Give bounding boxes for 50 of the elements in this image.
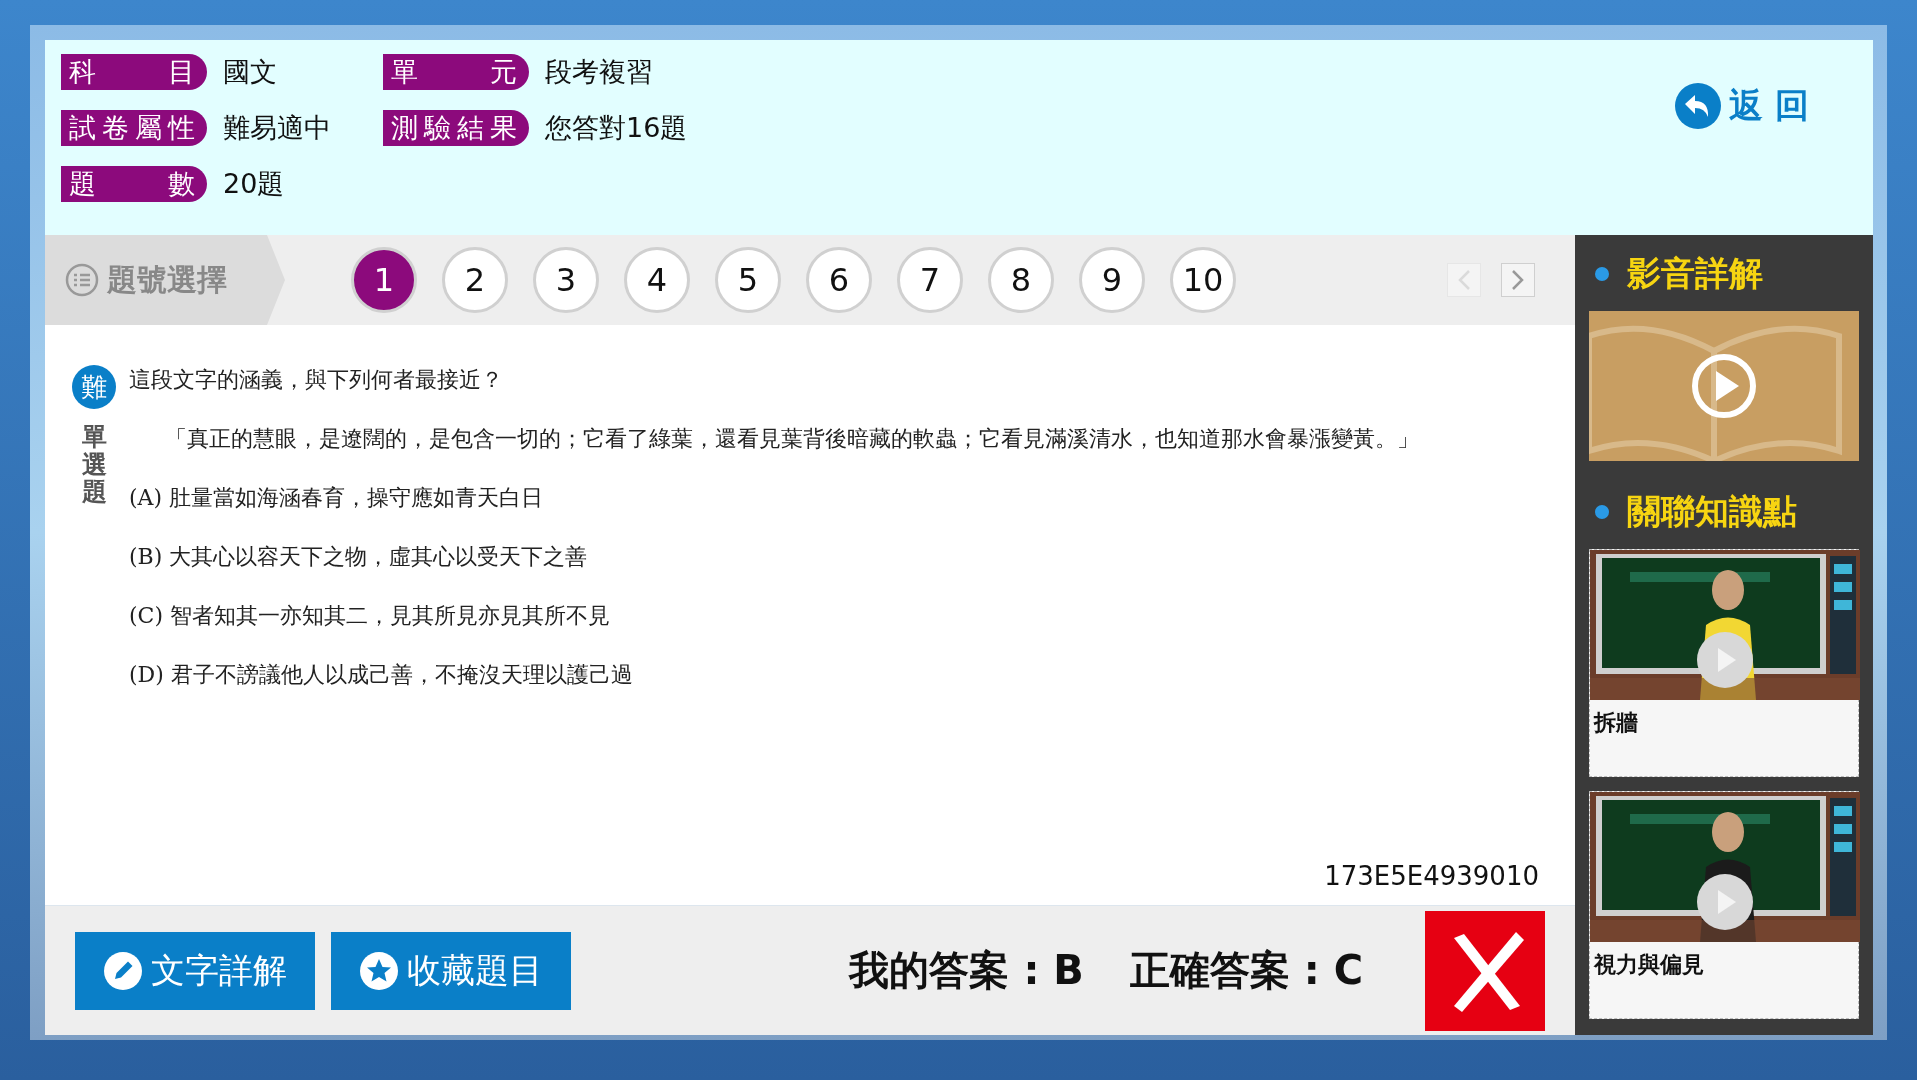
bullet-dot — [1595, 505, 1609, 519]
question-number[interactable]: 2 — [442, 247, 508, 313]
question-select-text: 題號選擇 — [107, 260, 227, 299]
video-section-title: 影音詳解 — [1627, 252, 1763, 295]
field-label: 科目 — [61, 54, 207, 90]
bullet-dot — [1595, 267, 1609, 281]
field-value: 段考複習 — [545, 55, 653, 89]
video-caption: 拆牆 — [1592, 709, 1639, 737]
field-value: 20題 — [223, 167, 285, 201]
field-label: 單元 — [383, 54, 529, 90]
play-icon — [1692, 354, 1756, 418]
field-value: 國文 — [223, 55, 277, 89]
field-label: 測驗結果 — [383, 110, 529, 146]
video-caption: 視力與偏見 — [1592, 951, 1705, 979]
question-number[interactable]: 7 — [897, 247, 963, 313]
back-button[interactable]: 返回 — [1669, 82, 1827, 130]
question-passage: 「真正的慧眼，是遼闊的，是包含一切的；它看了綠葉，還看見葉背後暗藏的軟蟲；它看見滿溪清水，也知道那水會暴漲變黃。」 — [164, 424, 1420, 453]
field-label: 題數 — [61, 166, 207, 202]
chevron-left-icon — [1457, 269, 1471, 291]
next-button[interactable] — [1501, 263, 1535, 297]
field-value: 您答對16題 — [545, 111, 688, 145]
correct-answer: 正確答案 : C — [1129, 946, 1363, 995]
question-number[interactable]: 1 — [351, 247, 417, 313]
chevron-right-icon — [1511, 269, 1525, 291]
difficulty-badge: 難 — [72, 365, 116, 409]
answer-option: (A) 肚量當如海涵春育，操守應如青天白日 — [129, 468, 1539, 527]
list-icon — [65, 263, 99, 297]
question-number[interactable]: 5 — [715, 247, 781, 313]
question-type: 單選題 — [81, 423, 107, 506]
video-thumbnail[interactable] — [1589, 311, 1859, 461]
question-number[interactable]: 6 — [806, 247, 872, 313]
answer-option: (C) 智者知其一亦知其二，見其所見亦見其所不見 — [129, 586, 1539, 645]
pencil-icon — [103, 950, 143, 991]
question-number[interactable]: 4 — [624, 247, 690, 313]
answer-option: (D) 君子不謗議他人以成己善，不掩沒天理以護己過 — [129, 645, 1539, 704]
question-number[interactable]: 10 — [1170, 247, 1236, 313]
question-number[interactable]: 8 — [988, 247, 1054, 313]
bookmark-button[interactable]: 收藏題目 — [331, 931, 571, 1010]
explanation-button[interactable]: 文字詳解 — [75, 931, 315, 1010]
related-video-card[interactable]: 視力與偏見 — [1589, 791, 1859, 1019]
question-prompt: 這段文字的涵義，與下列何者最接近？ — [129, 366, 504, 394]
question-number[interactable]: 9 — [1079, 247, 1145, 313]
question-number[interactable]: 3 — [533, 247, 599, 313]
question-code: 173E5E4939010 — [1324, 861, 1539, 891]
field-label: 試卷屬性 — [61, 110, 207, 146]
answer-option: (B) 大其心以容天下之物，虛其心以受天下之善 — [129, 527, 1539, 586]
related-section-title: 關聯知識點 — [1627, 490, 1797, 533]
field-value: 難易適中 — [223, 111, 331, 145]
my-answer: 我的答案 : B — [849, 946, 1084, 995]
related-video-card[interactable]: 拆牆 — [1589, 549, 1859, 777]
